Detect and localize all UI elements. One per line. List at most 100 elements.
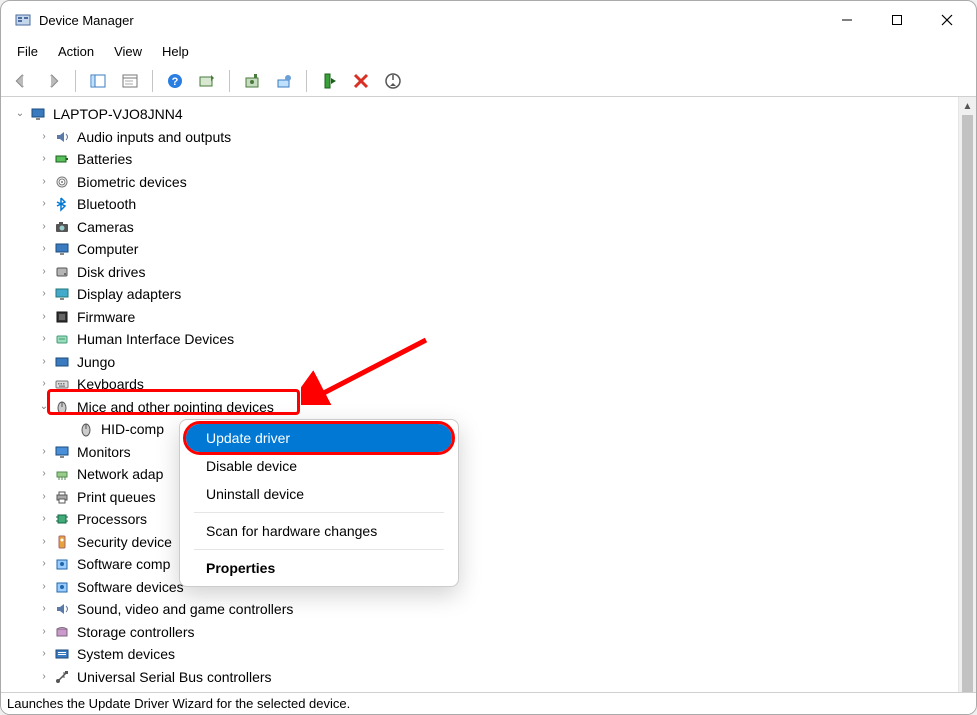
- tree-category-soft[interactable]: ›Software devices: [9, 576, 958, 599]
- add-legacy-button[interactable]: [270, 68, 298, 94]
- device-tree[interactable]: ⌄LAPTOP-VJO8JNN4›Audio inputs and output…: [1, 97, 958, 692]
- toolbar-separator: [229, 70, 230, 92]
- expander-icon[interactable]: ›: [37, 508, 51, 531]
- ctx-update-driver[interactable]: Update driver: [186, 424, 452, 452]
- close-button[interactable]: [922, 1, 972, 39]
- scrollbar-track[interactable]: [959, 115, 976, 674]
- scrollbar-thumb[interactable]: [962, 115, 973, 692]
- ctx-properties[interactable]: Properties: [186, 554, 452, 582]
- expander-icon[interactable]: ›: [37, 283, 51, 306]
- expander-icon[interactable]: ›: [37, 351, 51, 374]
- device-manager-window: Device Manager File Action View Help ? ⌄…: [0, 0, 977, 715]
- show-hide-tree-button[interactable]: [84, 68, 112, 94]
- expander-icon[interactable]: ›: [37, 666, 51, 689]
- mouse-icon: [53, 398, 71, 416]
- menu-help[interactable]: Help: [152, 41, 199, 62]
- cpu-icon: [53, 510, 71, 528]
- toolbar: ?: [1, 65, 976, 97]
- ctx-scan-hardware[interactable]: Scan for hardware changes: [186, 517, 452, 545]
- tree-category-biometric[interactable]: ›Biometric devices: [9, 171, 958, 194]
- expander-icon[interactable]: ›: [37, 643, 51, 666]
- maximize-button[interactable]: [872, 1, 922, 39]
- minimize-button[interactable]: [822, 1, 872, 39]
- tree-category-system[interactable]: › System devices: [9, 643, 958, 666]
- tree-category-jungo[interactable]: ›Jungo: [9, 351, 958, 374]
- mouse-icon: [77, 420, 95, 438]
- tree-item-label: Monitors: [75, 441, 133, 464]
- context-menu: Update driver Disable device Uninstall d…: [179, 419, 459, 587]
- expander-icon[interactable]: ›: [37, 328, 51, 351]
- expander-icon[interactable]: ›: [37, 216, 51, 239]
- storage-icon: [53, 623, 71, 641]
- tree-item-label: Firmware: [75, 306, 137, 329]
- tree-category-audio[interactable]: ›Sound, video and game controllers: [9, 598, 958, 621]
- expander-icon[interactable]: ⌄: [37, 396, 51, 419]
- forward-button[interactable]: [39, 68, 67, 94]
- tree-item-label: Processors: [75, 508, 149, 531]
- content-area: ⌄LAPTOP-VJO8JNN4›Audio inputs and output…: [1, 97, 976, 692]
- expander-icon[interactable]: ›: [37, 486, 51, 509]
- expander-icon[interactable]: ›: [37, 126, 51, 149]
- expander-icon[interactable]: ›: [37, 553, 51, 576]
- bluetooth-icon: [53, 195, 71, 213]
- tree-category-network[interactable]: › Network adap: [9, 463, 958, 486]
- tree-item-label: Computer: [75, 238, 140, 261]
- expander-icon[interactable]: ›: [37, 598, 51, 621]
- menu-view[interactable]: View: [104, 41, 152, 62]
- expander-icon[interactable]: ›: [37, 148, 51, 171]
- expander-icon[interactable]: ›: [37, 531, 51, 554]
- expander-icon[interactable]: ›: [37, 621, 51, 644]
- menu-action[interactable]: Action: [48, 41, 104, 62]
- tree-category-storage[interactable]: ›Storage controllers: [9, 621, 958, 644]
- expander-icon[interactable]: ›: [37, 306, 51, 329]
- expander-icon[interactable]: ›: [37, 193, 51, 216]
- tree-category-soft[interactable]: ›Software comp: [9, 553, 958, 576]
- hid-icon: [53, 330, 71, 348]
- tree-category-audio[interactable]: ›Audio inputs and outputs: [9, 126, 958, 149]
- expander-icon[interactable]: ›: [37, 261, 51, 284]
- help-button[interactable]: ?: [161, 68, 189, 94]
- tree-category-monitor[interactable]: › Monitors: [9, 441, 958, 464]
- expander-icon[interactable]: ›: [37, 441, 51, 464]
- tree-category-cpu[interactable]: › Processors: [9, 508, 958, 531]
- expander-icon[interactable]: ›: [37, 576, 51, 599]
- tree-category-firmware[interactable]: › Firmware: [9, 306, 958, 329]
- tree-category-printer[interactable]: ›Print queues: [9, 486, 958, 509]
- camera-icon: [53, 218, 71, 236]
- tree-item-label: Network adap: [75, 463, 165, 486]
- ctx-uninstall-device[interactable]: Uninstall device: [186, 480, 452, 508]
- expander-icon[interactable]: ⌄: [13, 103, 27, 126]
- tree-item-label: Universal Serial Bus controllers: [75, 666, 274, 689]
- properties-button[interactable]: [116, 68, 144, 94]
- tree-category-bluetooth[interactable]: ›Bluetooth: [9, 193, 958, 216]
- menu-file[interactable]: File: [7, 41, 48, 62]
- toolbar-separator: [152, 70, 153, 92]
- tree-category-usb[interactable]: › Universal Serial Bus controllers: [9, 666, 958, 689]
- scroll-up-button[interactable]: ▲: [959, 97, 976, 115]
- tree-category-hid[interactable]: ›Human Interface Devices: [9, 328, 958, 351]
- tree-category-disk[interactable]: ›Disk drives: [9, 261, 958, 284]
- tree-category-keyboard[interactable]: ›Keyboards: [9, 373, 958, 396]
- enable-device-button[interactable]: [315, 68, 343, 94]
- tree-category-camera[interactable]: ›Cameras: [9, 216, 958, 239]
- expander-icon[interactable]: ›: [37, 463, 51, 486]
- tree-device-mouse[interactable]: HID-comp: [9, 418, 958, 441]
- expander-icon[interactable]: ›: [37, 171, 51, 194]
- ctx-disable-device[interactable]: Disable device: [186, 452, 452, 480]
- expander-icon[interactable]: ›: [37, 373, 51, 396]
- soft-icon: [53, 555, 71, 573]
- uninstall-device-button[interactable]: [347, 68, 375, 94]
- vertical-scrollbar[interactable]: ▲ ▼: [958, 97, 976, 692]
- tree-category-battery[interactable]: ›Batteries: [9, 148, 958, 171]
- tree-category-mouse[interactable]: ⌄Mice and other pointing devices: [9, 396, 958, 419]
- tree-root[interactable]: ⌄LAPTOP-VJO8JNN4: [9, 103, 958, 126]
- tree-category-computer[interactable]: › Computer: [9, 238, 958, 261]
- scan-hardware-button[interactable]: [193, 68, 221, 94]
- expander-icon[interactable]: ›: [37, 238, 51, 261]
- update-driver-button[interactable]: [238, 68, 266, 94]
- back-button[interactable]: [7, 68, 35, 94]
- tree-item-label: System devices: [75, 643, 177, 666]
- tree-category-security[interactable]: ›Security device: [9, 531, 958, 554]
- disable-device-button[interactable]: [379, 68, 407, 94]
- tree-category-display[interactable]: ›Display adapters: [9, 283, 958, 306]
